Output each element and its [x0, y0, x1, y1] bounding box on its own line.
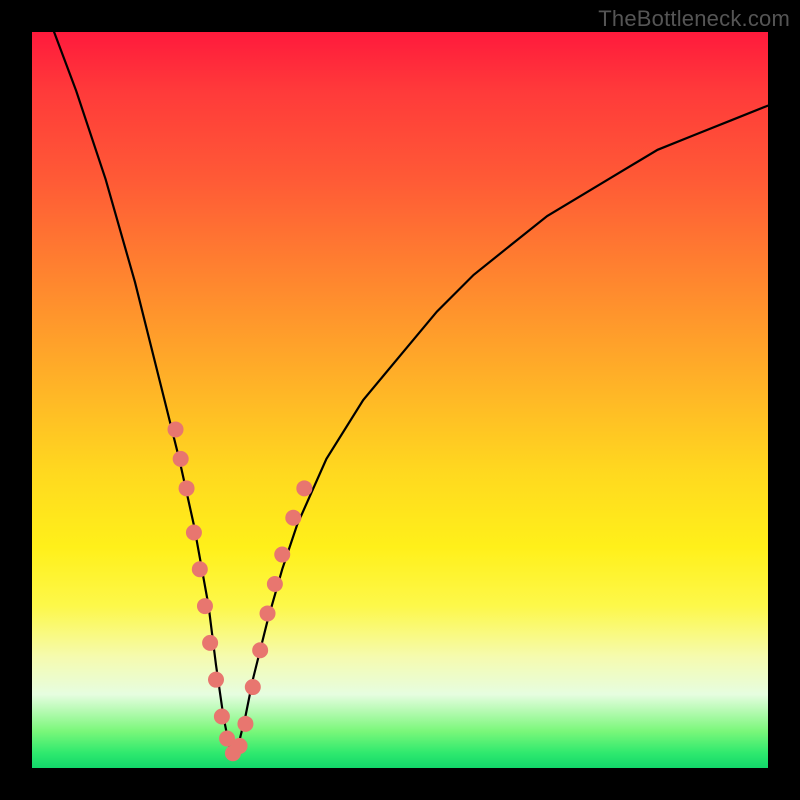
curve-marker-dot: [214, 708, 230, 724]
curve-marker-dot: [274, 547, 290, 563]
curve-marker-dot: [260, 605, 276, 621]
curve-marker-dot: [192, 561, 208, 577]
watermark-text: TheBottleneck.com: [598, 6, 790, 32]
curve-marker-dot: [197, 598, 213, 614]
curve-marker-dot: [285, 510, 301, 526]
curve-marker-dot: [186, 524, 202, 540]
curve-marker-dot: [267, 576, 283, 592]
curve-marker-dot: [237, 716, 253, 732]
curve-marker-dot: [179, 480, 195, 496]
curve-marker-dot: [296, 480, 312, 496]
curve-marker-dot: [252, 642, 268, 658]
curve-marker-dot: [208, 672, 224, 688]
chart-svg: [32, 32, 768, 768]
marker-group: [168, 421, 313, 761]
bottleneck-curve: [54, 32, 768, 753]
plot-area: [32, 32, 768, 768]
curve-marker-dot: [232, 738, 248, 754]
curve-marker-dot: [173, 451, 189, 467]
curve-marker-dot: [202, 635, 218, 651]
curve-marker-dot: [245, 679, 261, 695]
chart-frame: TheBottleneck.com: [0, 0, 800, 800]
curve-marker-dot: [168, 421, 184, 437]
curve-group: [54, 32, 768, 753]
